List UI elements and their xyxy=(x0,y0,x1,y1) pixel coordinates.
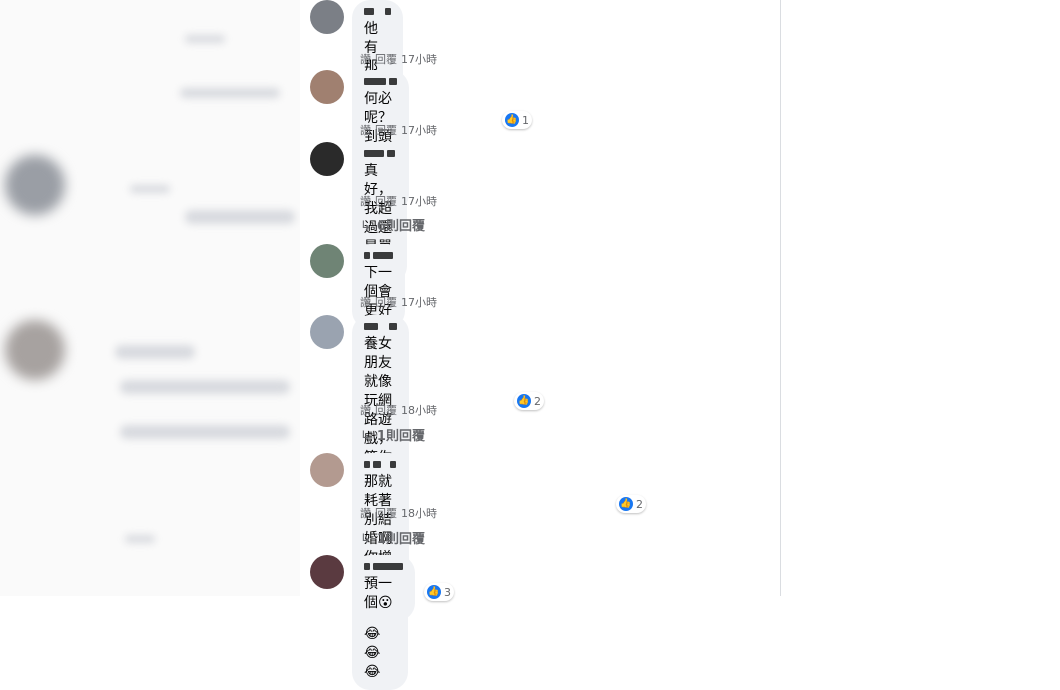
avatar[interactable] xyxy=(310,555,344,589)
timestamp[interactable]: 17小時 xyxy=(401,195,437,208)
replies-count: 1則回覆 xyxy=(376,429,425,444)
blurred-text xyxy=(125,535,155,543)
avatar[interactable] xyxy=(310,70,344,104)
timestamp[interactable]: 18小時 xyxy=(401,507,437,520)
avatar[interactable] xyxy=(310,0,344,34)
like-link[interactable]: 讚 xyxy=(360,124,371,137)
commenter-name[interactable] xyxy=(364,250,393,260)
commenter-name[interactable] xyxy=(364,6,391,16)
reply-link[interactable]: 回覆 xyxy=(375,296,397,309)
blurred-text xyxy=(115,345,195,359)
blurred-text xyxy=(120,380,290,394)
reply-link[interactable]: 回覆 xyxy=(375,404,397,417)
comment-bubble: 預一個😮 xyxy=(352,555,415,621)
blurred-text xyxy=(130,185,170,193)
comment-meta: 讚回覆 17小時 xyxy=(360,51,441,67)
reaction-count[interactable]: 👍 1 xyxy=(502,111,532,129)
avatar[interactable] xyxy=(310,315,344,349)
timestamp[interactable]: 17小時 xyxy=(401,53,437,66)
commenter-name[interactable] xyxy=(364,148,395,158)
thumbs-up-icon: 👍 xyxy=(619,497,633,511)
thumbs-up-icon: 👍 xyxy=(517,394,531,408)
like-link[interactable]: 讚 xyxy=(360,507,371,520)
replies-count: 1則回覆 xyxy=(376,532,425,547)
blurred-text xyxy=(180,88,280,98)
blurred-avatar xyxy=(5,155,65,215)
comment-meta: 讚回覆 17小時 xyxy=(360,294,441,310)
like-count: 1 xyxy=(522,113,529,127)
blurred-text xyxy=(120,425,290,439)
like-count: 2 xyxy=(636,497,643,511)
timestamp[interactable]: 17小時 xyxy=(401,124,437,137)
blurred-text xyxy=(185,35,225,43)
reply-link[interactable]: 回覆 xyxy=(375,53,397,66)
like-count: 3 xyxy=(444,585,451,599)
like-link[interactable]: 讚 xyxy=(360,404,371,417)
timestamp[interactable]: 17小時 xyxy=(401,296,437,309)
reply-link[interactable]: 回覆 xyxy=(375,124,397,137)
reply-link[interactable]: 回覆 xyxy=(375,195,397,208)
comment-meta: 讚回覆 18小時 xyxy=(360,505,441,521)
view-replies-link[interactable]: ↳ 6則回覆 xyxy=(360,215,425,234)
reply-arrow-icon: ↳ xyxy=(360,429,371,444)
like-count: 2 xyxy=(534,394,541,408)
panel-divider xyxy=(780,0,781,596)
reply-link[interactable]: 回覆 xyxy=(375,507,397,520)
avatar[interactable] xyxy=(310,244,344,278)
like-link[interactable]: 讚 xyxy=(360,296,371,309)
thumbs-up-icon: 👍 xyxy=(505,113,519,127)
like-link[interactable]: 讚 xyxy=(360,53,371,66)
thumbs-up-icon: 👍 xyxy=(427,585,441,599)
comment-text: 下一個會更好 xyxy=(364,265,392,319)
reaction-count[interactable]: 👍 2 xyxy=(514,392,544,410)
commenter-name[interactable] xyxy=(364,459,396,469)
reaction-count[interactable]: 👍 3 xyxy=(424,583,454,601)
reply-arrow-icon: ↳ xyxy=(360,219,371,234)
reaction-count[interactable]: 👍 2 xyxy=(616,495,646,513)
view-replies-link[interactable]: ↳ 1則回覆 xyxy=(360,425,425,444)
avatar[interactable] xyxy=(310,142,344,176)
blurred-avatar xyxy=(5,320,65,380)
comment-meta: 讚回覆 18小時 xyxy=(360,402,441,418)
comment-text: 預一個😮 xyxy=(364,576,393,611)
like-link[interactable]: 讚 xyxy=(360,195,371,208)
blurred-background-panel xyxy=(0,0,300,596)
avatar[interactable] xyxy=(310,453,344,487)
commenter-name[interactable] xyxy=(364,561,403,571)
comment-meta: 讚回覆 17小時 xyxy=(360,122,441,138)
comment-meta: 讚回覆 17小時 xyxy=(360,193,441,209)
timestamp[interactable]: 18小時 xyxy=(401,404,437,417)
view-replies-link[interactable]: ↳ 1則回覆 xyxy=(360,528,425,547)
commenter-name[interactable] xyxy=(364,321,397,331)
commenter-name[interactable] xyxy=(364,76,397,86)
blurred-text xyxy=(185,210,295,224)
replies-count: 6則回覆 xyxy=(376,219,425,234)
reply-arrow-icon: ↳ xyxy=(360,532,371,547)
